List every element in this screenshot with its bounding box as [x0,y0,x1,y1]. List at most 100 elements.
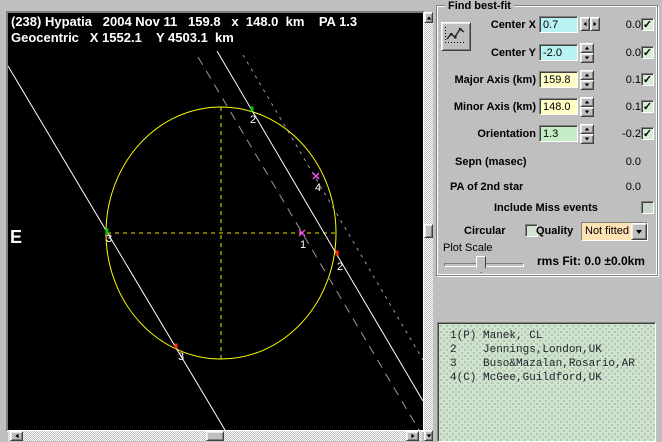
orientation-field[interactable]: 1.3 [539,125,578,142]
group-title: Find best-fit [445,0,514,12]
vertical-spinner[interactable] [580,124,594,144]
east-direction-label: E [10,227,23,247]
minor-axis-km--field[interactable]: 148.0 [539,98,578,115]
up-arrow-icon [426,15,431,20]
fit-parameter-checkbox[interactable] [641,46,654,59]
vertical-spinner[interactable] [580,97,594,117]
row-label: Center X [490,19,536,31]
plot-vertical-scrollbar[interactable] [424,12,433,441]
spin-down-button[interactable] [580,80,594,90]
spin-down-button[interactable] [580,53,594,63]
down-arrow-icon [584,56,590,60]
event-marker [250,106,254,112]
up-arrow-icon [584,100,590,104]
scroll-right-button[interactable] [406,431,419,441]
include-miss-label: Include Miss events [494,202,598,214]
vertical-scroll-thumb[interactable] [424,224,433,238]
spin-down-button[interactable] [580,134,594,144]
vertical-spinner[interactable] [580,43,594,63]
fit-step-value: 0.0 [625,19,641,31]
chord-plot-canvas: 3 3 2 2 1 4 [8,50,423,430]
fit-parameter-checkbox[interactable] [641,100,654,113]
fit-parameter-checkbox[interactable] [641,18,654,31]
dropdown-arrow-button[interactable] [631,223,647,240]
scroll-left-button[interactable] [10,431,23,441]
spin-up-button[interactable] [580,70,594,80]
fit-step-value: 0.1 [625,74,641,86]
chord-number-label: 2 [250,114,256,126]
vertical-spinner[interactable] [580,70,594,90]
scroll-down-button[interactable] [424,430,433,441]
event-marker [174,343,178,349]
chord-number-label: 1 [300,239,306,251]
left-arrow-icon [583,21,587,27]
plot-title-line1: (238) Hypatia 2004 Nov 11 159.8 x 148.0 … [11,14,358,29]
left-arrow-icon [14,433,19,439]
static-row-value: 0.0 [625,181,641,193]
down-arrow-icon [426,433,431,438]
fit-control-panel: Find best-fit Center X0.70.0Center Y- [433,0,662,442]
chord-number-label: 3 [178,351,184,363]
major-axis-km--field[interactable]: 159.8 [539,71,578,88]
spin-up-button[interactable] [580,97,594,107]
circular-label: Circular [464,225,506,237]
plot-title: (238) Hypatia 2004 Nov 11 159.8 x 148.0 … [11,14,357,46]
right-arrow-icon [593,21,597,27]
center-y-field[interactable]: -2.0 [539,44,578,61]
spin-right-button[interactable] [590,17,600,31]
observer-row[interactable]: 1(P) Manek, CL [450,329,655,343]
down-arrow-icon [584,83,590,87]
rms-fit-readout: rms Fit: 0.0 ±0.0km [537,254,645,268]
static-row-value: 0.0 [625,156,641,168]
spin-up-button[interactable] [580,43,594,53]
chevron-down-icon [636,229,642,234]
chord-line-2 [216,50,423,402]
fit-parameter-checkbox[interactable] [641,73,654,86]
spin-left-button[interactable] [580,17,590,31]
occultation-plot[interactable]: 3 3 2 2 1 4 (238) Hypatia 2004 Nov 11 159.8 x… [6,11,425,432]
scroll-up-button[interactable] [424,12,433,23]
chord-number-label: 3 [106,233,112,245]
quality-label: Quality [536,225,574,237]
chord-line-1 [197,56,420,430]
fit-row-orientation: Orientation 1.3 -0.2 [437,124,657,144]
fit-row-minor-axis-km-: Minor Axis (km) 148.0 0.1 [437,97,657,117]
observer-listbox[interactable]: 1(P) Manek, CL 2 Jennings,London,UK 3 Buso… [437,322,656,442]
row-label: Minor Axis (km) [453,101,536,113]
horizontal-scroll-thumb[interactable] [206,431,224,441]
static-row-label: PA of 2nd star [450,181,524,193]
plot-title-line2: Geocentric X 1552.1 Y 4503.1 km [11,30,234,45]
observer-row[interactable]: 4(C) McGee,Guildford,UK [450,371,655,385]
find-best-fit-group: Find best-fit Center X0.70.0Center Y- [436,0,658,276]
quality-value: Not fitted [582,223,631,240]
row-label: Major Axis (km) [454,74,536,86]
observer-row[interactable]: 2 Jennings,London,UK [450,343,655,357]
fit-step-value: 0.0 [625,47,641,59]
static-row-label: Sepn (masec) [455,156,527,168]
fit-row-center-x: Center X 0.7 0.0 [437,16,657,34]
event-marker [335,250,339,256]
observer-row[interactable]: 3 Buso&Mazalan,Rosario,AR [450,357,655,371]
row-label: Orientation [477,128,536,140]
chord-line-3 [8,65,226,430]
fit-row-center-y: Center Y -2.0 0.0 [437,43,657,63]
center-x-field[interactable]: 0.7 [539,16,578,33]
row-label: Center Y [490,47,536,59]
chord-number-label: 2 [337,261,343,273]
include-miss-checkbox[interactable] [641,201,654,214]
plot-scale-slider-thumb[interactable] [476,256,486,273]
down-arrow-icon [584,110,590,114]
horizontal-spinner[interactable] [580,17,600,31]
up-arrow-icon [584,73,590,77]
quality-dropdown[interactable]: Not fitted [581,222,648,241]
spin-up-button[interactable] [580,124,594,134]
spin-down-button[interactable] [580,107,594,117]
right-arrow-icon [410,433,415,439]
chord-number-label: 4 [315,182,321,194]
fit-row-major-axis-km-: Major Axis (km) 159.8 0.1 [437,70,657,90]
predicted-event-marker [312,172,320,180]
chord-line-4 [242,54,423,361]
fit-parameter-checkbox[interactable] [641,127,654,140]
plot-horizontal-scrollbar[interactable] [8,431,422,441]
fit-step-value: 0.1 [625,101,641,113]
